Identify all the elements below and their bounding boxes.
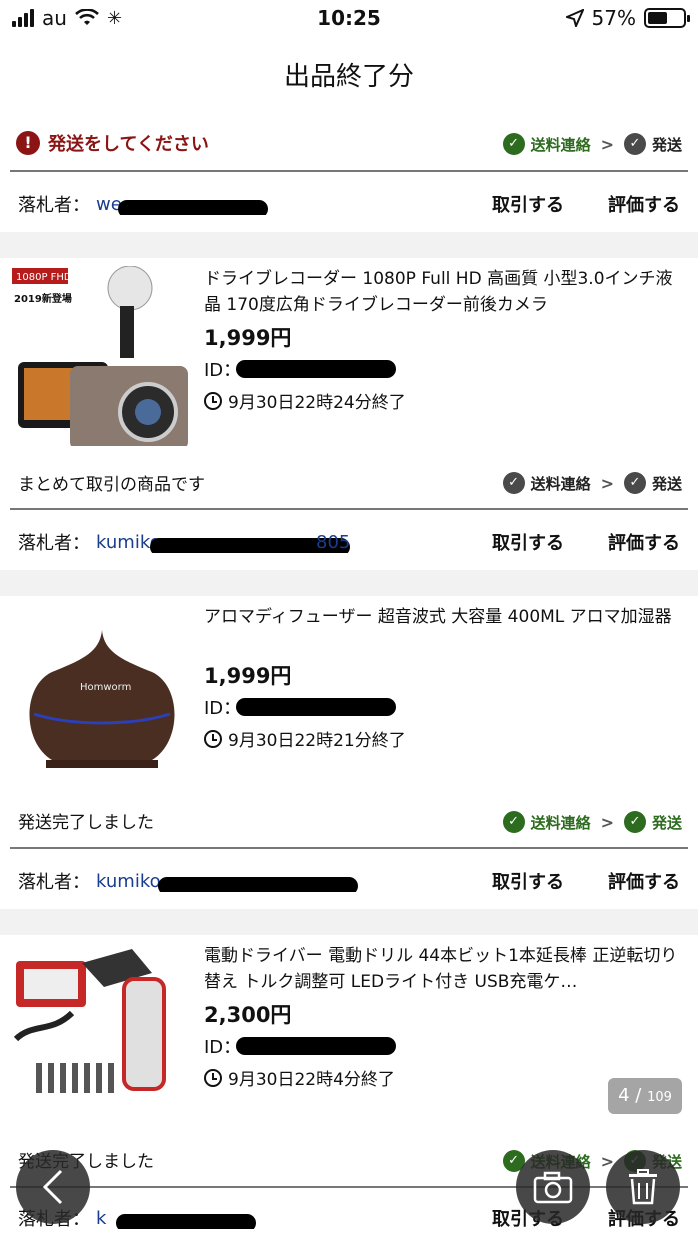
redaction-mark	[236, 1037, 396, 1055]
clock-icon	[204, 1068, 222, 1087]
end-time: 9月30日22時24分終了	[204, 388, 406, 413]
rate-button[interactable]: 評価する	[608, 868, 680, 894]
item-status: まとめて取引の商品です	[18, 475, 205, 495]
step-ship: ✓ 発送	[623, 133, 682, 155]
section-gap	[0, 909, 698, 935]
check-icon: ✓	[502, 472, 525, 494]
location-arrow-icon	[565, 9, 584, 27]
check-icon: ✓	[502, 133, 525, 155]
step-shipping-contact: ✓ 送料連絡	[502, 811, 591, 833]
winner-id-link[interactable]: kumiko 805	[96, 532, 448, 553]
back-button[interactable]	[16, 1150, 90, 1224]
check-icon: ✓	[623, 811, 646, 833]
step-ship: ✓ 発送	[623, 472, 682, 494]
divider	[10, 847, 688, 849]
item-title[interactable]: アロマディフューザー 超音波式 大容量 400ML アロマ加湿器	[204, 604, 678, 630]
rate-button[interactable]: 評価する	[608, 529, 680, 555]
winner-label: 落札者：	[18, 195, 90, 216]
item-id: ID：	[204, 1033, 424, 1059]
redaction-mark	[158, 876, 358, 892]
chevron-right-icon: >	[600, 812, 614, 832]
check-icon: ✓	[502, 811, 525, 833]
item-price: 2,300円	[204, 1003, 292, 1027]
progress-steps: ✓ 送料連絡 > ✓ 発送	[502, 811, 682, 833]
progress-steps: ✓ 送料連絡 > ✓ 発送	[502, 472, 682, 494]
winner-id-link[interactable]: we	[96, 194, 448, 215]
product-thumbnail[interactable]: Homworm	[12, 602, 192, 782]
winner-row: 落札者： kumiko 取引する 評価する	[18, 861, 680, 901]
winner-label: 落札者：	[18, 533, 90, 554]
list-item[interactable]: Homworm アロマディフューザー 超音波式 大容量 400ML アロマ加湿器…	[0, 596, 698, 846]
rate-button[interactable]: 評価する	[608, 191, 680, 217]
redaction-mark	[236, 698, 396, 716]
item-price: 1,999円	[204, 664, 292, 688]
battery-icon	[644, 8, 690, 28]
redaction-mark	[236, 360, 396, 378]
delete-button[interactable]	[606, 1150, 680, 1224]
trash-icon	[629, 1169, 657, 1205]
section-gap	[0, 232, 698, 258]
ship-notice: ! 発送をしてください	[16, 130, 209, 156]
check-icon: ✓	[623, 472, 646, 494]
ship-notice-text: 発送をしてください	[48, 134, 209, 155]
step-ship: ✓ 発送	[623, 811, 682, 833]
trade-button[interactable]: 取引する	[492, 868, 564, 894]
step-shipping-contact: ✓ 送料連絡	[502, 133, 591, 155]
clock-icon	[204, 391, 222, 410]
camera-button[interactable]	[516, 1150, 590, 1224]
battery-percent: 57%	[591, 6, 636, 30]
check-icon: ✓	[623, 133, 646, 155]
item-id: ID：	[204, 694, 424, 720]
end-time: 9月30日22時4分終了	[204, 1065, 395, 1090]
trade-button[interactable]: 取引する	[492, 529, 564, 555]
item-price: 1,999円	[204, 326, 292, 350]
page-counter: 4 / 109	[608, 1078, 682, 1114]
camera-icon	[533, 1171, 573, 1204]
page-title: 出品終了分	[283, 62, 414, 92]
thumb-brand: Homworm	[80, 682, 131, 693]
product-thumbnail[interactable]	[12, 943, 192, 1123]
winner-label: 落札者：	[18, 872, 90, 893]
trade-button[interactable]: 取引する	[492, 191, 564, 217]
back-icon	[42, 1169, 63, 1205]
winner-row: 落札者： we 取引する 評価する	[18, 184, 680, 224]
divider	[10, 508, 688, 510]
redaction-mark	[118, 199, 268, 215]
redaction-mark	[116, 1213, 256, 1229]
status-bar: au ✳ 10:25 57%	[0, 0, 698, 36]
alert-icon: !	[16, 131, 40, 155]
section-gap	[0, 570, 698, 596]
thumb-badge: 1080P FHD	[16, 272, 72, 283]
product-thumbnail[interactable]: 1080P FHD 2019新登場	[12, 266, 192, 446]
end-time: 9月30日22時21分終了	[204, 726, 406, 751]
item-title[interactable]: 電動ドライバー 電動ドリル 44本ビット1本延長棒 正逆転切り替え トルク調整可…	[204, 943, 678, 995]
item-title[interactable]: ドライブレコーダー 1080P Full HD 高画質 小型3.0インチ液晶 1…	[204, 266, 678, 318]
chevron-right-icon: >	[600, 134, 614, 154]
winner-id-link[interactable]: kumiko	[96, 871, 448, 892]
winner-id-link[interactable]: k	[96, 1208, 448, 1229]
divider	[10, 170, 688, 172]
clock-icon	[204, 729, 222, 748]
item-id: ID：	[204, 356, 424, 382]
winner-row: 落札者： kumiko 805 取引する 評価する	[18, 522, 680, 562]
chevron-right-icon: >	[600, 473, 614, 493]
progress-steps: ✓ 送料連絡 > ✓ 発送	[502, 133, 682, 155]
thumb-caption: 2019新登場	[14, 292, 72, 305]
step-shipping-contact: ✓ 送料連絡	[502, 472, 591, 494]
item-status: 発送完了しました	[18, 813, 154, 833]
